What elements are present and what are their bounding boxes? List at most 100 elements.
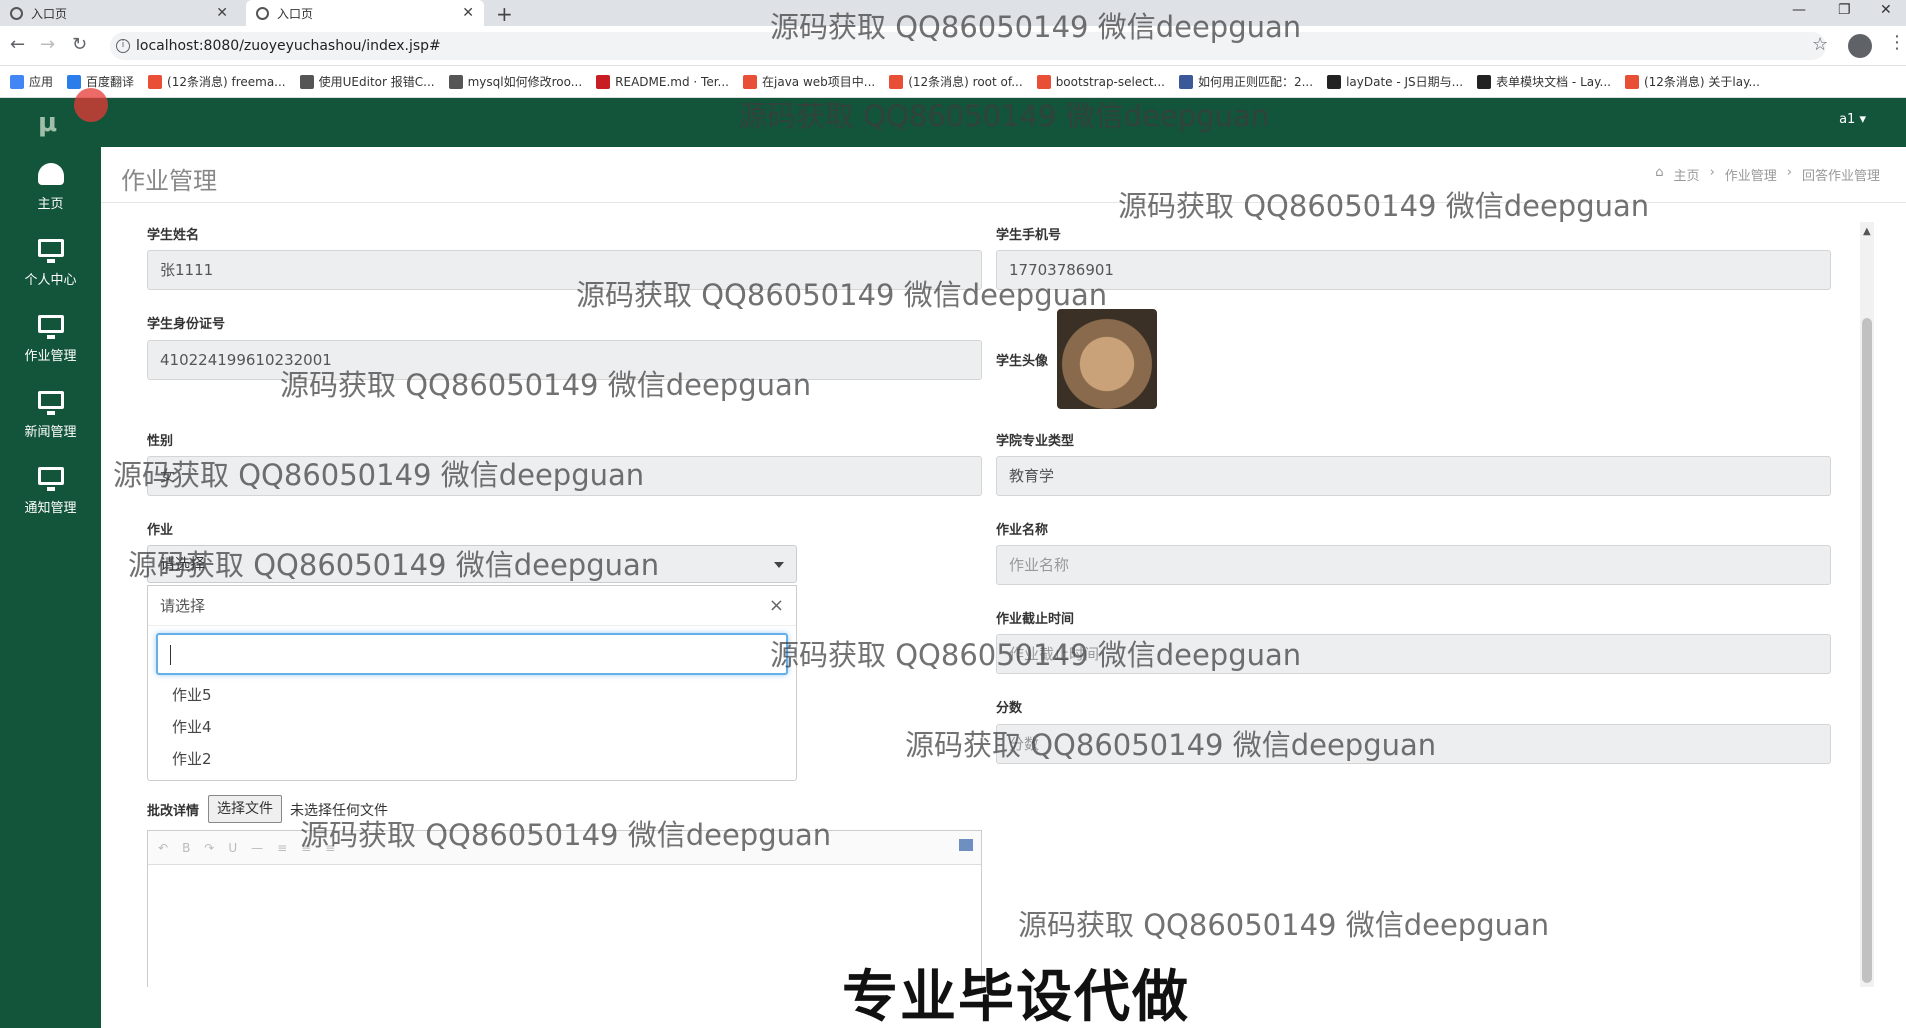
bookmark-label: bootstrap-select...: [1055, 74, 1165, 89]
forward-icon[interactable]: →: [40, 34, 55, 55]
close-tab-icon[interactable]: ✕: [462, 5, 474, 21]
app-logo[interactable]: μ: [38, 108, 57, 138]
restore-icon[interactable]: ❐: [1838, 2, 1851, 18]
sidebar-item-homework[interactable]: 作业管理: [0, 305, 101, 375]
gender-label: 性别: [147, 434, 174, 449]
bookmark-item[interactable]: README.md · Ter...: [596, 74, 729, 89]
major-field[interactable]: 教育学: [996, 456, 1831, 496]
watermark-text: 源码获取 QQ86050149 微信deepguan: [576, 278, 1108, 312]
close-tab-icon[interactable]: ✕: [216, 5, 228, 21]
bookmark-item[interactable]: mysql如何修改roo...: [448, 73, 583, 90]
homework-name-field[interactable]: 作业名称: [996, 545, 1831, 585]
reload-icon[interactable]: ↻: [72, 34, 87, 55]
choose-file-button[interactable]: 选择文件: [208, 795, 282, 823]
student-name-label: 学生姓名: [147, 228, 200, 243]
sidebar: 主页 个人中心 作业管理 新闻管理 通知管理: [0, 147, 101, 1028]
dropdown-option[interactable]: 作业5: [172, 684, 212, 705]
bookmark-item[interactable]: 应用: [10, 73, 53, 90]
bookmark-item[interactable]: 如何用正则匹配：2...: [1178, 73, 1314, 90]
minimize-icon[interactable]: —: [1792, 2, 1806, 18]
sidebar-item-profile[interactable]: 个人中心: [0, 229, 101, 299]
bookmark-favicon-icon: [448, 74, 463, 89]
bookmark-item[interactable]: 百度翻译: [67, 73, 134, 90]
bookmark-label: (12条消息) root of...: [908, 75, 1023, 89]
sidebar-item-notice[interactable]: 通知管理: [0, 457, 101, 527]
monitor-icon: [37, 239, 65, 263]
bookmark-item[interactable]: layDate - JS日期与...: [1327, 73, 1463, 90]
bookmark-favicon-icon: [743, 74, 757, 89]
bookmark-favicon-icon: [299, 74, 314, 89]
bookmark-item[interactable]: 在java web项目中...: [743, 73, 875, 90]
align-left-icon[interactable]: ≡: [277, 841, 287, 855]
vertical-scrollbar[interactable]: ▲: [1860, 222, 1874, 987]
bookmark-favicon-icon: [148, 74, 163, 89]
browser-tab-active[interactable]: 入口页 ✕: [246, 0, 484, 26]
sidebar-item-home[interactable]: 主页: [0, 153, 101, 223]
redo-icon[interactable]: ↷: [204, 841, 214, 855]
scrollbar-thumb[interactable]: [1862, 318, 1872, 983]
breadcrumb-separator: ›: [1786, 165, 1792, 180]
sidebar-item-label: 作业管理: [24, 349, 77, 364]
deadline-label: 作业截止时间: [996, 612, 1075, 627]
browser-tab[interactable]: 入口页 ✕: [0, 0, 238, 26]
globe-icon: [10, 6, 23, 20]
bookmark-favicon-icon: [1624, 74, 1639, 89]
breadcrumb: ⌂ 主页 › 作业管理 › 回答作业管理: [1655, 165, 1880, 184]
undo-icon[interactable]: ↶: [158, 841, 168, 855]
browser-menu-icon[interactable]: ⋮: [1888, 32, 1906, 53]
sidebar-item-label: 新闻管理: [24, 425, 77, 440]
dropdown-search-input[interactable]: [156, 633, 788, 675]
watermark-text: 源码获取 QQ86050149 微信deepguan: [905, 728, 1437, 762]
bookmark-item[interactable]: (12条消息) root of...: [889, 73, 1023, 90]
bookmark-item[interactable]: 使用UEditor 报错C...: [299, 73, 435, 90]
tab-title: 入口页: [31, 6, 68, 21]
watermark-text: 源码获取 QQ86050149 微信deepguan: [280, 368, 812, 402]
site-info-icon[interactable]: i: [116, 39, 130, 53]
breadcrumb-home[interactable]: 主页: [1674, 165, 1700, 184]
text-cursor: [170, 645, 171, 665]
dropdown-option[interactable]: 作业4: [172, 716, 212, 737]
bookmark-label: 表单模块文档 - Lay...: [1496, 75, 1611, 89]
student-phone-field[interactable]: 17703786901: [996, 250, 1831, 290]
bookmark-label: mysql如何修改roo...: [467, 75, 583, 89]
bookmark-star-icon[interactable]: ☆: [1812, 34, 1828, 55]
scroll-up-icon[interactable]: ▲: [1863, 226, 1871, 237]
bookmark-item[interactable]: (12条消息) 关于lay...: [1624, 73, 1760, 90]
student-avatar-image: [1057, 309, 1157, 409]
student-id-label: 学生身份证号: [147, 317, 226, 332]
bookmark-favicon-icon: [1036, 74, 1051, 89]
watermark-text: 源码获取 QQ86050149 微信deepguan: [770, 638, 1302, 672]
horizontal-rule-icon[interactable]: —: [251, 841, 263, 855]
breadcrumb-separator: ›: [1709, 165, 1715, 180]
bold-icon[interactable]: B: [182, 841, 190, 855]
sidebar-item-label: 通知管理: [24, 501, 77, 516]
dashboard-icon: [37, 163, 65, 187]
fullscreen-icon[interactable]: [959, 839, 973, 851]
new-tab-button[interactable]: +: [496, 2, 513, 26]
bookmark-item[interactable]: 表单模块文档 - Lay...: [1477, 73, 1611, 90]
watermark-text: 源码获取 QQ86050149 微信deepguan: [738, 99, 1270, 133]
profile-avatar-icon[interactable]: [1848, 34, 1872, 58]
sidebar-item-news[interactable]: 新闻管理: [0, 381, 101, 451]
underline-icon[interactable]: U: [228, 841, 237, 855]
review-detail-label: 批改详情: [147, 804, 200, 819]
score-label: 分数: [996, 701, 1023, 716]
page-title: 作业管理: [121, 167, 217, 195]
breadcrumb-homework[interactable]: 作业管理: [1725, 165, 1777, 184]
dropdown-header: 请选择 ×: [148, 586, 796, 626]
close-icon[interactable]: ×: [769, 586, 784, 626]
student-phone-label: 学生手机号: [996, 228, 1062, 243]
bookmark-item[interactable]: bootstrap-select...: [1036, 74, 1165, 89]
home-icon: ⌂: [1655, 165, 1664, 180]
monitor-icon: [37, 391, 65, 415]
user-menu[interactable]: a1 ▾: [1839, 112, 1866, 127]
dropdown-option[interactable]: 作业2: [172, 748, 212, 769]
homework-name-label: 作业名称: [996, 523, 1049, 538]
close-window-icon[interactable]: ✕: [1880, 2, 1892, 18]
back-icon[interactable]: ←: [10, 34, 25, 55]
bookmark-label: 如何用正则匹配：2...: [1197, 75, 1314, 89]
major-label: 学院专业类型: [996, 434, 1075, 449]
watermark-text: 源码获取 QQ86050149 微信deepguan: [770, 10, 1302, 44]
watermark-text: 源码获取 QQ86050149 微信deepguan: [128, 548, 660, 582]
bookmark-item[interactable]: (12条消息) freema...: [148, 73, 286, 90]
